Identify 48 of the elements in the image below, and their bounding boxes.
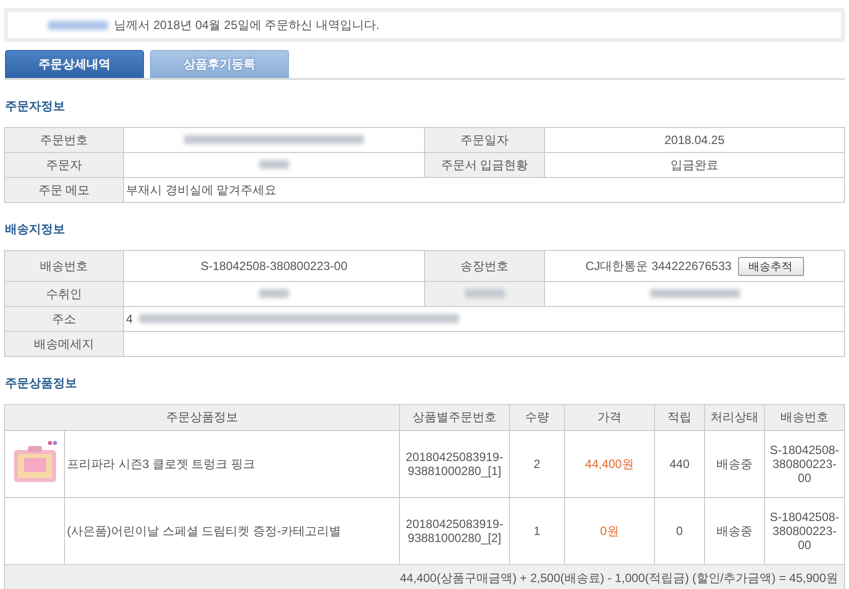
table-cell: S-18042508-380800223-00 [770, 443, 840, 485]
field-label: 배송번호 [40, 258, 88, 272]
field-value: 4 [126, 312, 133, 326]
field-label: 주문일자 [460, 132, 508, 146]
blurred-name [48, 20, 108, 30]
greeting-text: 님께서 2018년 04월 25일에 주문하신 내역입니다. [114, 16, 380, 34]
tab[interactable]: 주문상세내역 [5, 50, 144, 78]
field-label: 송장번호 [460, 258, 508, 272]
field-label: 배송메세지 [34, 336, 94, 350]
column-header: 상품별주문번호 [412, 410, 496, 424]
column-header: 가격 [598, 410, 622, 424]
table-cell: 20180425083919-93881000280_[1] [406, 450, 504, 478]
table-cell: 2 [534, 457, 540, 471]
table-cell: 배송중 [716, 524, 752, 538]
field-label: 주소 [52, 312, 76, 326]
product-name: (사은품)어린이날 스페셜 드림티켓 증정-카테고리별 [67, 524, 341, 538]
field-value: S-18042508-380800223-00 [200, 259, 348, 273]
column-header: 적립 [668, 410, 692, 424]
order-total: 44,400(상품구매금액) + 2,500(배송료) - 1,000(적립금) (할인/추가금액) = 45,900원 [400, 570, 838, 584]
blurred-text [259, 289, 289, 298]
field-value: 2018.04.25 [664, 133, 725, 147]
field-value: 입금완료 [670, 158, 718, 172]
section-title: 주문자정보 [5, 98, 66, 115]
column-header: 배송번호 [780, 410, 828, 424]
field-label: 수취인 [46, 286, 82, 300]
field-label: 주문서 입금현황 [440, 158, 528, 172]
blurred-text [259, 160, 289, 169]
table-cell: S-18042508-380800223-00 [770, 510, 840, 552]
field-value: CJ대한통운 344222676533 [585, 258, 732, 272]
price-text: 44,400원 [585, 456, 634, 470]
field-label: 주문 메모 [38, 182, 90, 196]
column-header: 주문상품정보 [166, 410, 238, 424]
column-header: 처리상태 [710, 410, 758, 424]
price-text: 0원 [600, 524, 619, 538]
section-title: 배송지정보 [5, 221, 66, 238]
field-label: 주문자 [46, 158, 82, 172]
blurred-text [464, 289, 504, 298]
section-title: 주문상품정보 [5, 375, 78, 392]
field-value: 부재시 경비실에 맡겨주세요 [126, 182, 277, 196]
table-cell: 0 [676, 524, 683, 538]
field-label: 주문번호 [40, 132, 88, 146]
table-cell: 440 [669, 457, 690, 471]
column-header: 수량 [525, 410, 549, 424]
table-cell: 배송중 [716, 456, 752, 470]
table-cell: 1 [534, 524, 540, 538]
track-shipment-button[interactable]: 배송추적 [738, 256, 804, 276]
table-cell: 20180425083919-93881000280_[2] [406, 517, 504, 545]
product-name: 프리파라 시즌3 클로젯 트렁크 핑크 [67, 456, 256, 470]
